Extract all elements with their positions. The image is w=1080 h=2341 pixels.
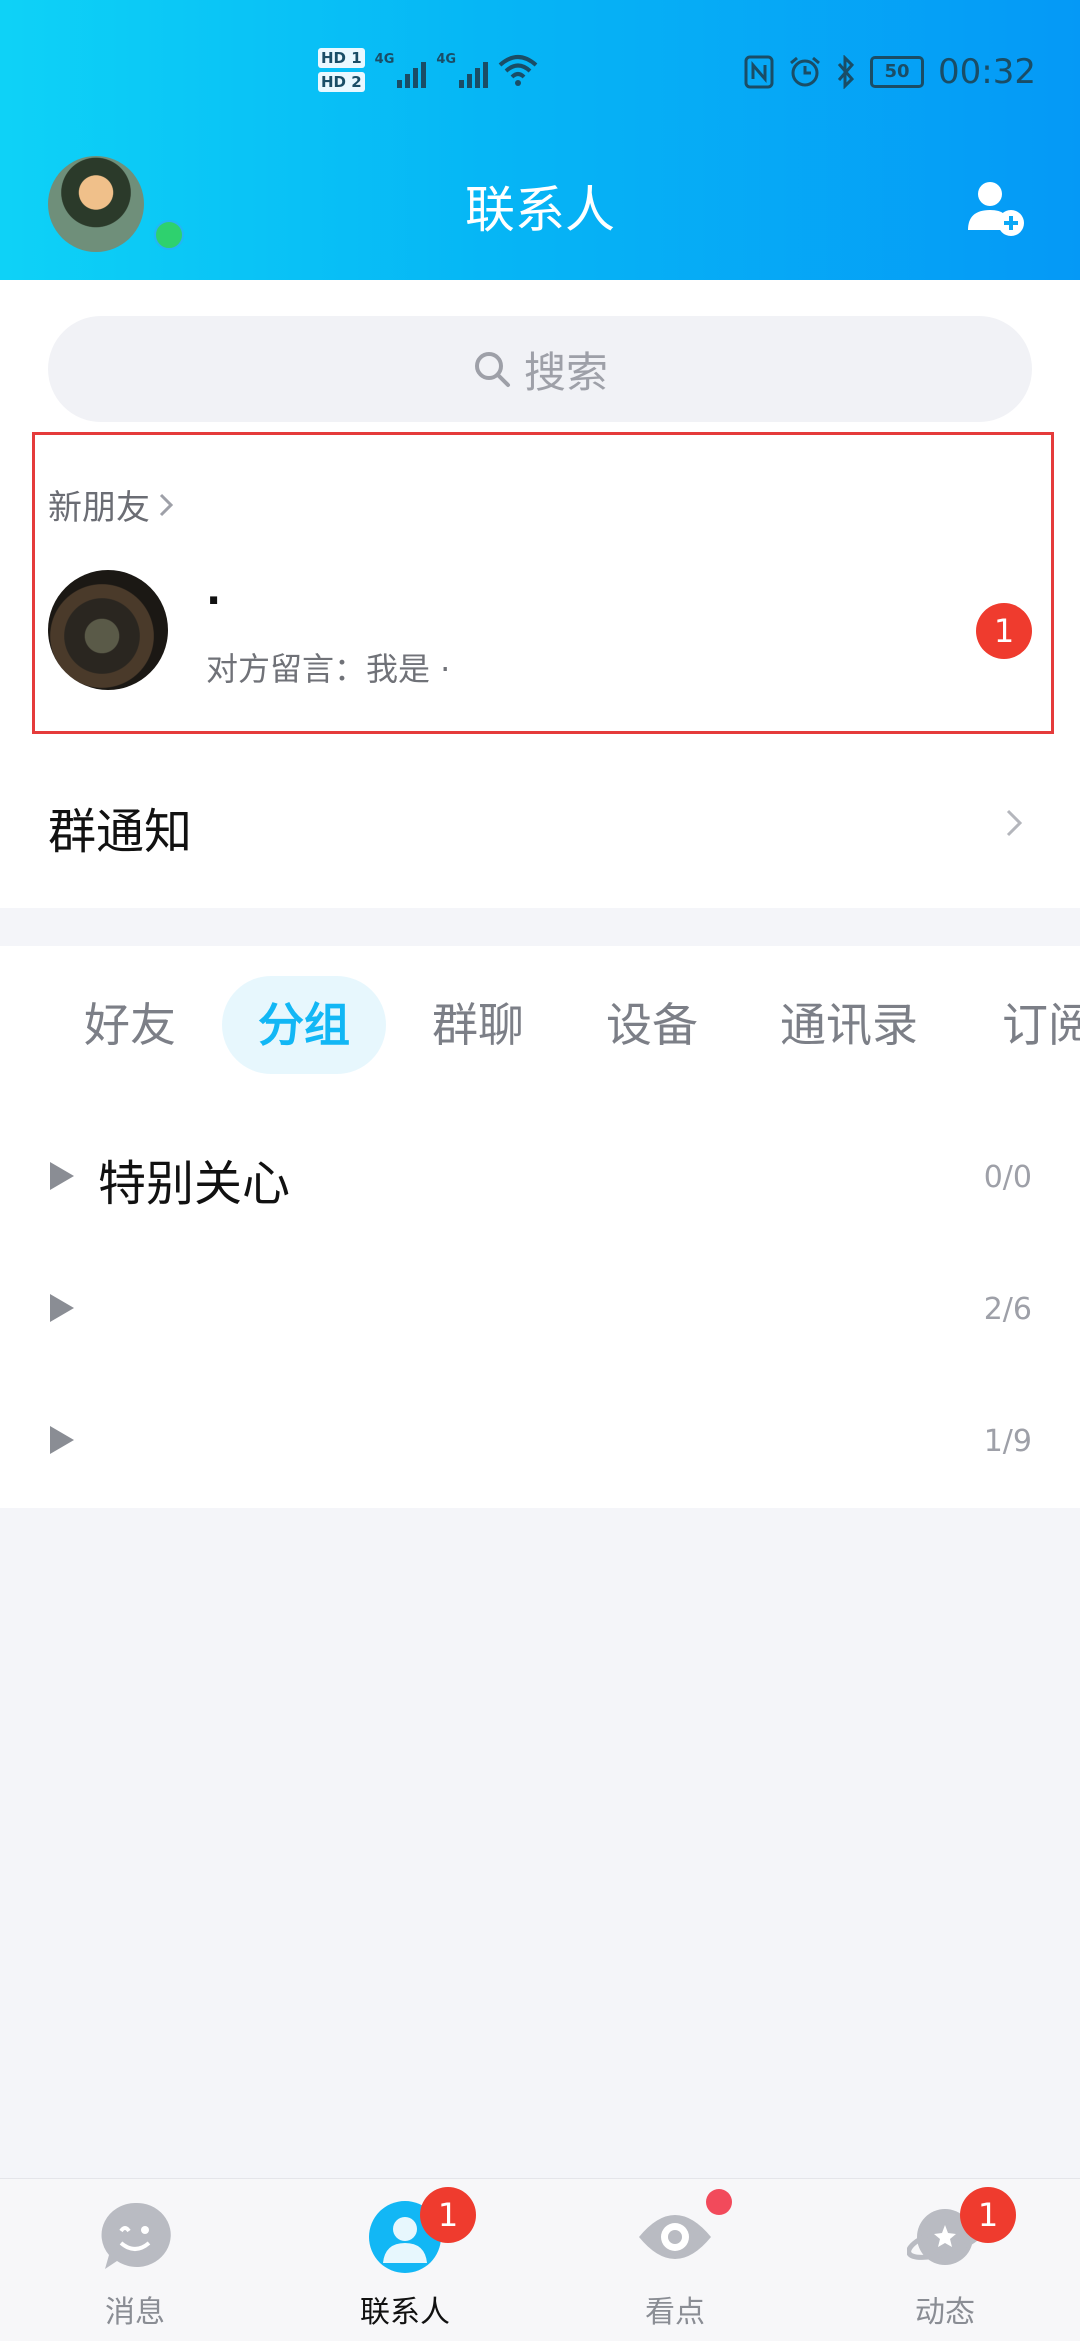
- signal-2-icon: 4G: [436, 52, 489, 88]
- group-row[interactable]: 1/9: [0, 1378, 1080, 1508]
- network-1-label: 4G: [374, 52, 395, 67]
- nav-contacts-label: 联系人: [360, 2295, 450, 2330]
- nav-highlights[interactable]: 看点: [540, 2179, 810, 2341]
- clock: 00:32: [938, 52, 1036, 92]
- header-bar: HD 1 HD 2 4G 4G 50 00:32 联系人: [0, 0, 1080, 280]
- chevron-right-icon: [159, 493, 174, 516]
- hd-1-indicator: HD 1: [318, 48, 365, 68]
- friend-request-message: 对方留言：我是 ·: [206, 650, 451, 688]
- nfc-icon: [744, 55, 774, 89]
- group-name: 特别关心: [98, 1156, 291, 1212]
- wifi-icon: [498, 55, 538, 86]
- friend-request-name[interactable]: ·: [206, 578, 221, 624]
- status-bar: HD 1 HD 2 4G 4G 50 00:32: [0, 44, 1080, 114]
- expand-arrow-icon: [50, 1426, 74, 1454]
- tab-group-chats[interactable]: 群聊: [432, 976, 524, 1074]
- tab-subscriptions[interactable]: 订阅: [1002, 976, 1080, 1074]
- search-placeholder: 搜索: [523, 347, 608, 397]
- add-friend-icon[interactable]: [964, 176, 1028, 240]
- friend-request-avatar[interactable]: [48, 570, 168, 690]
- alarm-icon: [790, 56, 820, 87]
- search-bar[interactable]: 搜索: [48, 316, 1032, 422]
- group-row[interactable]: 特别关心 0/0: [0, 1114, 1080, 1244]
- nav-highlights-dot: [706, 2189, 732, 2215]
- group-count: 0/0: [983, 1160, 1032, 1195]
- contacts-tabs: 好友 分组 群聊 设备 通讯录 订阅: [0, 976, 1080, 1076]
- tab-groups[interactable]: 分组: [222, 976, 386, 1074]
- nav-moments[interactable]: 1 动态: [810, 2179, 1080, 2341]
- nav-moments-label: 动态: [915, 2295, 975, 2330]
- friend-request-badge: 1: [976, 603, 1032, 659]
- tab-friends[interactable]: 好友: [84, 976, 176, 1074]
- nav-messages-label: 消息: [105, 2295, 165, 2330]
- eye-icon: [639, 2215, 711, 2259]
- signal-1-icon: 4G: [375, 52, 427, 88]
- nav-highlights-label: 看点: [645, 2295, 705, 2330]
- new-friends-label: 新朋友: [48, 488, 150, 528]
- chevron-right-icon[interactable]: [1000, 808, 1030, 838]
- battery-icon: 50: [870, 56, 925, 88]
- status-bar-left: HD 1 HD 2 4G 4G: [318, 48, 538, 92]
- nav-contacts[interactable]: 1 联系人: [270, 2179, 540, 2341]
- bottom-nav: 消息 1 联系人 看点 1 动态: [0, 2178, 1080, 2341]
- expand-arrow-icon: [50, 1162, 74, 1190]
- nav-contacts-badge: 1: [420, 2187, 476, 2243]
- nav-moments-badge: 1: [960, 2187, 1016, 2243]
- network-2-label: 4G: [436, 52, 457, 67]
- group-notice-label[interactable]: 群通知: [48, 792, 192, 862]
- chat-icon: [101, 2202, 171, 2269]
- expand-arrow-icon: [50, 1294, 74, 1322]
- group-count: 2/6: [983, 1292, 1032, 1327]
- nav-messages[interactable]: 消息: [0, 2179, 270, 2341]
- search-icon: [474, 352, 510, 387]
- group-count: 1/9: [983, 1424, 1032, 1459]
- page-title: 联系人: [465, 181, 615, 239]
- hd-2-indicator: HD 2: [318, 72, 365, 92]
- new-friends-link[interactable]: 新朋友: [48, 480, 174, 529]
- new-friend-highlight-box: [32, 432, 1054, 734]
- group-row[interactable]: 2/6: [0, 1246, 1080, 1376]
- tab-address-book[interactable]: 通讯录: [780, 976, 918, 1074]
- tab-devices[interactable]: 设备: [606, 976, 698, 1074]
- status-bar-right: 50 00:32: [744, 52, 1036, 92]
- hd-indicators: HD 1 HD 2: [318, 48, 365, 92]
- bluetooth-icon: [837, 55, 855, 89]
